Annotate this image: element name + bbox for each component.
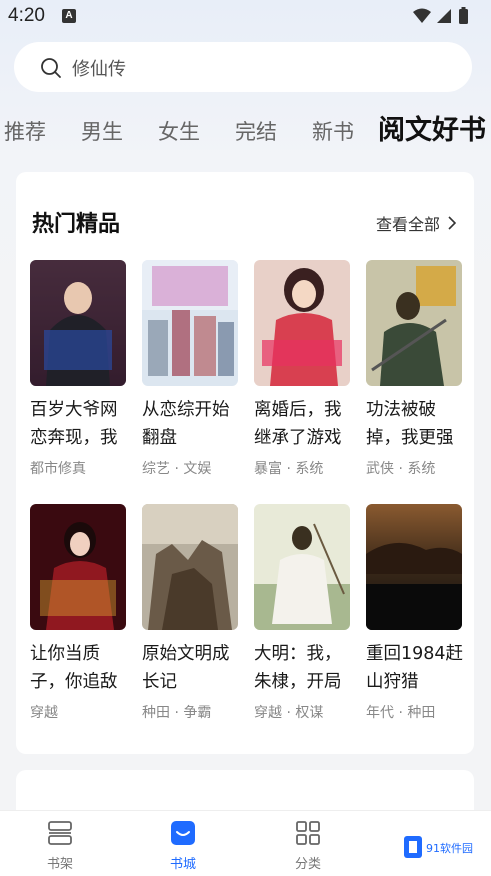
wifi-icon [413,8,431,23]
nav-category[interactable]: 分类 [268,819,348,872]
book-cover[interactable] [366,504,462,630]
status-time: 4:20 [8,5,45,26]
signal-icon [437,9,451,23]
book-title: 功法被破掉，我更强 [366,400,454,448]
book-tags: 暴富 · 系统 [254,461,324,477]
search-placeholder: 修仙传 [72,59,126,80]
section-title: 热门精品 [32,212,121,237]
status-icons [413,7,468,24]
book-tags: 都市修真 [30,461,86,477]
book-cover[interactable] [366,260,462,386]
tab-new[interactable]: 新书 [312,116,354,146]
book-title: 让你当质子，你追敌 [30,644,118,692]
nav-bookshelf[interactable]: 书架 [20,819,100,872]
book-cover[interactable] [142,260,238,386]
tab-recommend[interactable]: 推荐 [4,116,46,146]
book-tags: 武侠 · 系统 [366,461,436,477]
watermark-text: 91软件园 [426,841,473,855]
see-all-label: 查看全部 [375,215,440,234]
book-item[interactable]: 功法被破掉，我更强 武侠 · 系统 [366,260,466,478]
book-tags: 穿越 · 权谋 [254,705,324,721]
search-bar[interactable]: 修仙传 [14,42,472,92]
book-item[interactable]: 重回1984赶山狩猎 年代 · 种田 [366,504,466,722]
see-all-link[interactable]: 查看全部 [376,211,456,235]
hot-books-card: 热门精品 查看全部 百岁大爷网恋奔现，我 都市修真 从恋综开始翻盘 综艺 · 文… [16,172,474,754]
bookstore-icon [171,821,195,845]
book-tags: 年代 · 种田 [366,705,436,721]
book-item[interactable]: 百岁大爷网恋奔现，我 都市修真 [30,260,130,478]
book-title: 从恋综开始翻盘 [142,400,230,448]
nav-label: 书城 [169,857,196,872]
book-cover[interactable] [254,504,350,630]
book-tags: 种田 · 争霸 [142,705,212,721]
category-tabs: 推荐 男生 女生 完结 新书 阅文好书 [0,108,491,154]
book-item[interactable]: 让你当质子，你追敌 穿越 [30,504,130,722]
book-title: 离婚后，我继承了游戏 [254,400,342,448]
bookshelf-icon [48,821,72,845]
book-item[interactable]: 大明：我，朱棣，开局 穿越 · 权谋 [254,504,354,722]
tab-female[interactable]: 女生 [158,116,200,146]
book-cover[interactable] [142,504,238,630]
tab-completed[interactable]: 完结 [235,116,277,146]
search-icon [41,58,61,78]
watermark-logo: 91软件园 [404,836,473,858]
book-title: 百岁大爷网恋奔现，我 [30,400,118,448]
book-cover[interactable] [30,260,126,386]
book-cover[interactable] [254,260,350,386]
notification-a-icon: A [62,9,76,23]
book-tags: 穿越 [30,705,58,721]
book-cover[interactable] [30,504,126,630]
tab-male[interactable]: 男生 [81,116,123,146]
book-item[interactable]: 原始文明成长记 种田 · 争霸 [142,504,242,722]
book-title: 重回1984赶山狩猎 [366,644,464,692]
nav-bookstore[interactable]: 书城 [143,819,223,872]
nav-label: 书架 [46,857,73,872]
book-tags: 综艺 · 文娱 [142,461,212,477]
book-item[interactable]: 从恋综开始翻盘 综艺 · 文娱 [142,260,242,478]
nav-label: 分类 [294,857,321,872]
tab-yuewen-good-books[interactable]: 阅文好书 [378,108,486,147]
book-title: 大明：我，朱棣，开局 [254,644,342,692]
status-bar: 4:20 A [0,0,491,34]
chevron-right-icon [448,216,456,230]
category-grid-icon [296,821,320,845]
battery-icon [459,9,468,24]
book-title: 原始文明成长记 [142,644,230,692]
book-item[interactable]: 离婚后，我继承了游戏 暴富 · 系统 [254,260,354,478]
